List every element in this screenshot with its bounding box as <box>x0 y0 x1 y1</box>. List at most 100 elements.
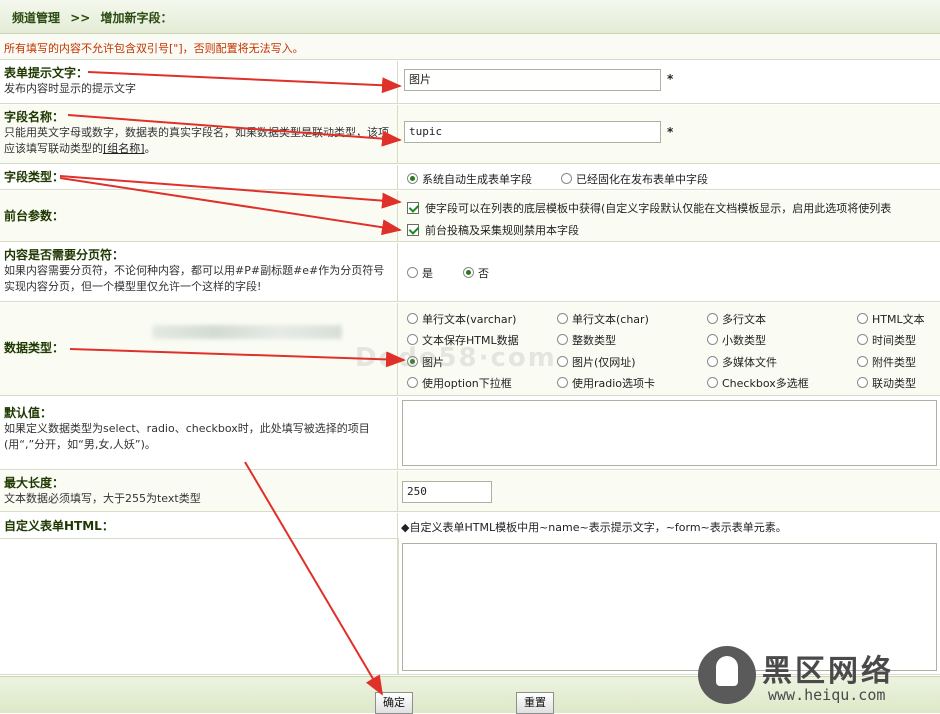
fieldtype-option-fixed[interactable]: 已经固化在发布表单中字段 <box>561 171 708 187</box>
pagebreak-option-yes[interactable]: 是 <box>407 265 433 281</box>
fieldtype-label: 字段类型： <box>4 170 65 184</box>
datatype-option[interactable]: 多媒体文件 <box>707 354 777 370</box>
datatype-option[interactable]: 小数类型 <box>707 332 766 348</box>
row-maxlength-value-cell: 250 <box>399 471 940 511</box>
radio-icon[interactable] <box>557 356 568 367</box>
itemname-input[interactable]: 图片 <box>404 69 661 91</box>
fieldname-desc-text: 只能用英文字母或数字，数据表的真实字段名，如果数据类型是联动类型，该项应该填写联… <box>4 126 389 155</box>
fieldtype-option-fixed-label: 已经固化在发布表单中字段 <box>576 173 708 186</box>
breadcrumb-parent[interactable]: 频道管理 <box>12 11 60 25</box>
fieldname-desc: 只能用英文字母或数字，数据表的真实字段名，如果数据类型是联动类型，该项应该填写联… <box>4 125 393 157</box>
default-label: 默认值： <box>4 406 53 420</box>
datatype-option-label: 附件类型 <box>872 356 916 369</box>
datatype-option[interactable]: 联动类型 <box>857 375 916 391</box>
fieldtype-option-auto-label: 系统自动生成表单字段 <box>422 173 532 186</box>
datatype-label: 数据类型： <box>4 341 65 355</box>
radio-icon[interactable] <box>557 377 568 388</box>
pagebreak-option-no[interactable]: 否 <box>463 265 489 281</box>
fieldtype-option-auto[interactable]: 系统自动生成表单字段 <box>407 171 532 187</box>
reset-button[interactable]: 重置 <box>516 692 554 714</box>
checkbox-checked-icon[interactable] <box>407 224 419 236</box>
datatype-option[interactable]: 图片(仅网址) <box>557 354 636 370</box>
pagebreak-option-yes-label: 是 <box>422 267 433 280</box>
datatype-option-label: Checkbox多选框 <box>722 377 809 390</box>
row-itemname-value-cell: 图片 * <box>399 61 940 103</box>
maxlength-input[interactable]: 250 <box>402 481 492 503</box>
radio-icon[interactable] <box>407 313 418 324</box>
row-fieldtype-value-cell: 系统自动生成表单字段 已经固化在发布表单中字段 <box>399 165 940 189</box>
datatype-option-label: 单行文本(char) <box>572 313 649 326</box>
row-fieldname-label-cell: 字段名称： 只能用英文字母或数字，数据表的真实字段名，如果数据类型是联动类型，该… <box>0 105 398 163</box>
itemname-desc: 发布内容时显示的提示文字 <box>4 82 136 95</box>
datatype-option-label: 使用option下拉框 <box>422 377 512 390</box>
datatype-option[interactable]: 附件类型 <box>857 354 916 370</box>
page-title: 增加新字段： <box>100 11 173 25</box>
radio-icon[interactable] <box>707 334 718 345</box>
datatype-option-label: 时间类型 <box>872 334 916 347</box>
notice-bar: 所有填写的内容不允许包含双引号["]，否则配置将无法写入。 <box>0 34 940 60</box>
row-default: 默认值： 如果定义数据类型为select、radio、checkbox时，此处填… <box>0 397 940 470</box>
fieldname-input[interactable]: tupic <box>404 121 661 143</box>
breadcrumb: 频道管理 >> 增加新字段： <box>0 0 940 34</box>
row-maxlength: 最大长度： 文本数据必须填写，大于255为text类型 250 <box>0 471 940 512</box>
frontend-check-list[interactable]: 使字段可以在列表的底层模板中获得(自定义字段默认仅能在文档模板显示，启用此选项将… <box>407 200 891 216</box>
radio-icon[interactable] <box>407 377 418 388</box>
datatype-option-label: 多行文本 <box>722 313 766 326</box>
datatype-option[interactable]: Checkbox多选框 <box>707 375 809 391</box>
radio-selected-icon[interactable] <box>463 267 474 278</box>
radio-icon[interactable] <box>857 377 868 388</box>
site-watermark: 黑区网络 www.heiqu.com <box>698 642 928 708</box>
row-frontend-value-cell: 使字段可以在列表的底层模板中获得(自定义字段默认仅能在文档模板显示，启用此选项将… <box>399 191 940 241</box>
datatype-option[interactable]: 整数类型 <box>557 332 616 348</box>
radio-icon[interactable] <box>857 334 868 345</box>
datatype-option-label: 整数类型 <box>572 334 616 347</box>
row-itemname: 表单提示文字： 发布内容时显示的提示文字 图片 * <box>0 61 940 104</box>
frontend-check-list-label: 使字段可以在列表的底层模板中获得(自定义字段默认仅能在文档模板显示，启用此选项将… <box>425 202 892 215</box>
radio-icon[interactable] <box>561 173 572 184</box>
datatype-option[interactable]: 时间类型 <box>857 332 916 348</box>
datatype-option[interactable]: 多行文本 <box>707 311 766 327</box>
radio-selected-icon[interactable] <box>407 173 418 184</box>
datatype-option[interactable]: 单行文本(char) <box>557 311 649 327</box>
itemname-required-mark: * <box>667 72 674 86</box>
row-fieldname-value-cell: tupic * <box>399 105 940 163</box>
datatype-option-label: 使用radio选项卡 <box>572 377 656 390</box>
datatype-option[interactable]: 使用radio选项卡 <box>557 375 655 391</box>
ok-button[interactable]: 确定 <box>375 692 413 714</box>
default-textarea[interactable] <box>402 400 937 466</box>
watermark-url: www.heiqu.com <box>768 686 886 704</box>
radio-icon[interactable] <box>557 334 568 345</box>
pagebreak-desc: 如果内容需要分页符，不论何种内容，都可以用#P#副标题#e#作为分页符号实现内容… <box>4 264 385 293</box>
row-datatype-label-cell: 数据类型： <box>0 303 398 395</box>
checkbox-checked-icon[interactable] <box>407 202 419 214</box>
frontend-check-disable[interactable]: 前台投稿及采集规则禁用本字段 <box>407 222 579 238</box>
datatype-option[interactable]: 使用option下拉框 <box>407 375 512 391</box>
datatype-option[interactable]: HTML文本 <box>857 311 925 327</box>
fieldname-required-mark: * <box>667 125 674 139</box>
datatype-option-label: 单行文本(varchar) <box>422 313 517 326</box>
row-fieldtype: 字段类型： 系统自动生成表单字段 已经固化在发布表单中字段 <box>0 165 940 190</box>
watermark-title: 黑区网络 <box>762 654 894 689</box>
radio-icon[interactable] <box>857 313 868 324</box>
fieldname-desc-end: 。 <box>144 142 156 155</box>
group-name-link[interactable]: [组名称] <box>103 142 145 155</box>
maxlength-label: 最大长度： <box>4 476 65 490</box>
datatype-option-label: 小数类型 <box>722 334 766 347</box>
datatype-option-label: 联动类型 <box>872 377 916 390</box>
frontend-check-disable-label: 前台投稿及采集规则禁用本字段 <box>425 224 579 237</box>
datatype-option-label: 多媒体文件 <box>722 356 777 369</box>
datatype-option[interactable]: 单行文本(varchar) <box>407 311 516 327</box>
radio-icon[interactable] <box>857 356 868 367</box>
radio-icon[interactable] <box>707 356 718 367</box>
radio-icon[interactable] <box>557 313 568 324</box>
row-frontend-label-cell: 前台参数： <box>0 191 398 241</box>
radio-icon[interactable] <box>707 377 718 388</box>
radio-icon[interactable] <box>407 267 418 278</box>
empty-label-cell <box>0 538 399 675</box>
datatype-option-label: HTML文本 <box>872 313 925 326</box>
radio-icon[interactable] <box>707 313 718 324</box>
frontend-label: 前台参数： <box>4 209 65 223</box>
fieldname-label: 字段名称： <box>4 110 65 124</box>
notice-text: 所有填写的内容不允许包含双引号["]，否则配置将无法写入。 <box>4 42 304 55</box>
row-default-label-cell: 默认值： 如果定义数据类型为select、radio、checkbox时，此处填… <box>0 397 398 469</box>
